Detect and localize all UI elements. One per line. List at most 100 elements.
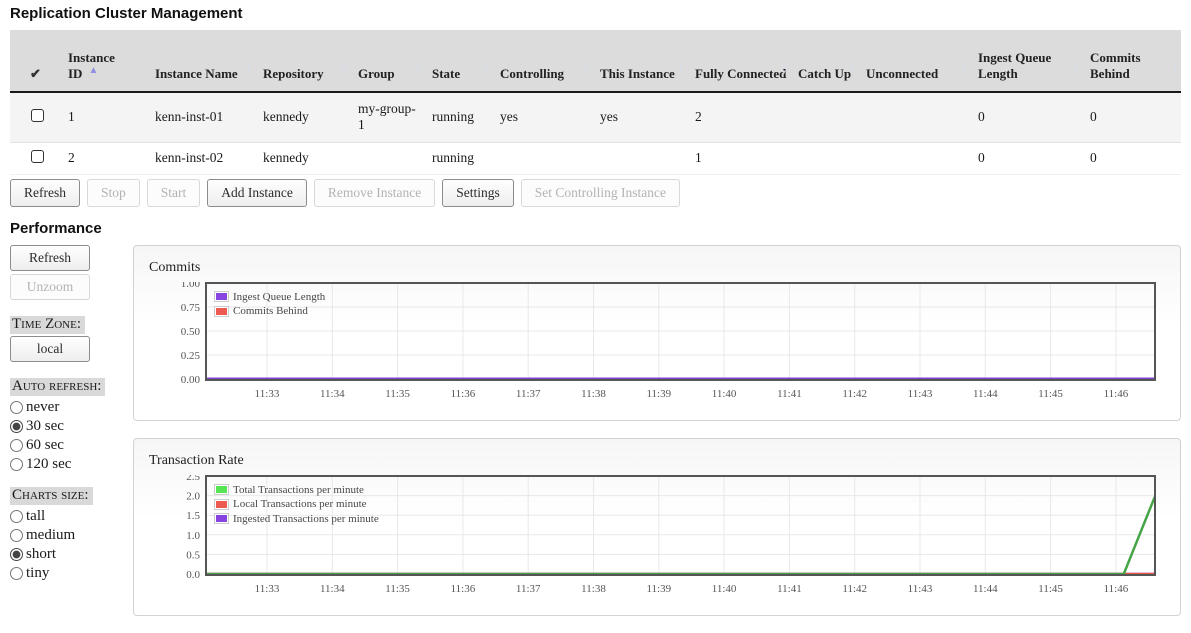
performance-sidebar: Refresh Unzoom Time Zone: local Auto ref…: [10, 245, 133, 583]
set-controlling-instance-button[interactable]: Set Controlling Instance: [521, 179, 680, 207]
radio-charts-size-medium[interactable]: medium: [10, 526, 133, 545]
col-header-controlling[interactable]: Controlling▲▼: [492, 30, 592, 92]
radio-input-short[interactable]: [10, 548, 23, 561]
table-header-row: ✔ Instance ID▲Instance Name▲▼ Repository ▲▼…: [10, 30, 1181, 92]
chart-panel-transaction-rate: Transaction Rate0.00.51.01.52.02.511:331…: [133, 438, 1181, 616]
legend-item: Ingest Queue Length: [214, 290, 325, 305]
col-header-instance-id[interactable]: Instance ID▲: [60, 30, 147, 92]
cell-instance-name: kenn-inst-02: [147, 142, 255, 174]
sort-icon: ▲▼: [341, 66, 347, 75]
chart-legend: Ingest Queue LengthCommits Behind: [214, 290, 325, 319]
settings-button[interactable]: Settings: [442, 179, 514, 207]
svg-text:0.0: 0.0: [186, 569, 200, 581]
svg-text:11:42: 11:42: [842, 583, 867, 595]
cell-instance-id: 2: [60, 142, 147, 174]
cell-fully-connected: 1: [687, 142, 790, 174]
cell-commits-behind: 0: [1082, 92, 1181, 142]
performance-title: Performance: [10, 220, 1181, 237]
legend-label: Local Transactions per minute: [233, 498, 367, 510]
svg-text:11:37: 11:37: [516, 583, 541, 595]
col-header-repository[interactable]: Repository ▲▼: [255, 30, 350, 92]
legend-item: Total Transactions per minute: [214, 483, 379, 498]
cell-state: running: [424, 142, 492, 174]
table-row: 1kenn-inst-01kennedymy-group-1runningyes…: [10, 92, 1181, 142]
legend-label: Ingested Transactions per minute: [233, 513, 379, 525]
radio-auto-refresh-never[interactable]: never: [10, 398, 133, 417]
col-header-label: State: [432, 66, 460, 81]
sort-icon: ▲▼: [961, 66, 967, 75]
cell-catch-up: [790, 92, 858, 142]
radio-label: never: [26, 399, 59, 416]
row-checkbox[interactable]: [31, 109, 44, 122]
radio-input-30-sec[interactable]: [10, 420, 23, 433]
unzoom-button[interactable]: Unzoom: [10, 274, 90, 300]
svg-text:0.75: 0.75: [181, 302, 201, 314]
start-button[interactable]: Start: [147, 179, 201, 207]
radio-input-tiny[interactable]: [10, 567, 23, 580]
refresh-button[interactable]: Refresh: [10, 179, 80, 207]
radio-auto-refresh-60-sec[interactable]: 60 sec: [10, 436, 133, 455]
svg-text:0.50: 0.50: [181, 326, 201, 338]
svg-text:11:42: 11:42: [842, 388, 867, 400]
radio-input-tall[interactable]: [10, 510, 23, 523]
svg-text:11:41: 11:41: [777, 388, 802, 400]
col-header-unconnected[interactable]: Unconnected▲▼: [858, 30, 970, 92]
svg-text:11:38: 11:38: [581, 583, 606, 595]
row-checkbox[interactable]: [31, 150, 44, 163]
col-header-ingest-queue-length[interactable]: Ingest Queue Length▲▼: [970, 30, 1082, 92]
legend-item: Commits Behind: [214, 304, 325, 319]
cell-catch-up: [790, 142, 858, 174]
svg-text:11:33: 11:33: [255, 388, 280, 400]
col-header-label: Group: [358, 66, 395, 81]
legend-item: Local Transactions per minute: [214, 497, 379, 512]
perf-refresh-button[interactable]: Refresh: [10, 245, 90, 271]
col-header-catch-up[interactable]: Catch Up▲▼: [790, 30, 858, 92]
performance-section: Refresh Unzoom Time Zone: local Auto ref…: [10, 245, 1181, 633]
radio-label: short: [26, 546, 56, 563]
check-icon: ✔: [30, 66, 41, 81]
radio-input-60-sec[interactable]: [10, 439, 23, 452]
radio-charts-size-tiny[interactable]: tiny: [10, 564, 133, 583]
svg-text:1.5: 1.5: [186, 510, 200, 522]
stop-button[interactable]: Stop: [87, 179, 140, 207]
svg-text:11:45: 11:45: [1038, 583, 1063, 595]
col-header-this-instance[interactable]: This Instance▲▼: [592, 30, 687, 92]
col-header-label: Repository: [263, 66, 324, 81]
radio-charts-size-short[interactable]: short: [10, 545, 133, 564]
legend-swatch-icon: [214, 484, 229, 495]
auto-refresh-label: Auto refresh:: [10, 378, 105, 396]
svg-text:11:38: 11:38: [581, 388, 606, 400]
col-header-fully-connected[interactable]: Fully Connected▲▼: [687, 30, 790, 92]
cell-group: my-group-1: [350, 92, 424, 142]
cell-unconnected: [858, 92, 970, 142]
radio-charts-size-tall[interactable]: tall: [10, 507, 133, 526]
remove-instance-button[interactable]: Remove Instance: [314, 179, 435, 207]
radio-input-medium[interactable]: [10, 529, 23, 542]
svg-text:0.25: 0.25: [181, 350, 201, 362]
chart-panel-commits: Commits0.000.250.500.751.0011:3311:3411:…: [133, 245, 1181, 421]
plot-area-commits[interactable]: 0.000.250.500.751.0011:3311:3411:3511:36…: [156, 282, 1180, 406]
cell-ingest-queue-length: 0: [970, 92, 1082, 142]
table-row: 2kenn-inst-02kennedyrunning100: [10, 142, 1181, 174]
select-column-header: ✔: [10, 30, 60, 92]
col-header-group[interactable]: Group▲▼: [350, 30, 424, 92]
col-header-instance-name[interactable]: Instance Name▲▼: [147, 30, 255, 92]
timezone-button[interactable]: local: [10, 336, 90, 362]
col-header-commits-behind[interactable]: Commits Behind▲▼: [1082, 30, 1181, 92]
radio-input-120-sec[interactable]: [10, 458, 23, 471]
instance-toolbar: RefreshStopStartAdd InstanceRemove Insta…: [10, 179, 1181, 207]
charts-column: Commits0.000.250.500.751.0011:3311:3411:…: [133, 245, 1181, 633]
svg-text:11:44: 11:44: [973, 388, 998, 400]
chart-title: Commits: [149, 260, 1180, 276]
radio-auto-refresh-120-sec[interactable]: 120 sec: [10, 455, 133, 474]
radio-auto-refresh-30-sec[interactable]: 30 sec: [10, 417, 133, 436]
plot-area-transaction-rate[interactable]: 0.00.51.01.52.02.511:3311:3411:3511:3611…: [156, 475, 1180, 601]
radio-input-never[interactable]: [10, 401, 23, 414]
col-header-state[interactable]: State▲▼: [424, 30, 492, 92]
sort-icon: ▲▼: [246, 66, 252, 75]
svg-text:11:43: 11:43: [908, 583, 933, 595]
radio-label: 30 sec: [26, 418, 64, 435]
add-instance-button[interactable]: Add Instance: [207, 179, 307, 207]
cell-unconnected: [858, 142, 970, 174]
sort-icon: ▲▼: [678, 66, 684, 75]
